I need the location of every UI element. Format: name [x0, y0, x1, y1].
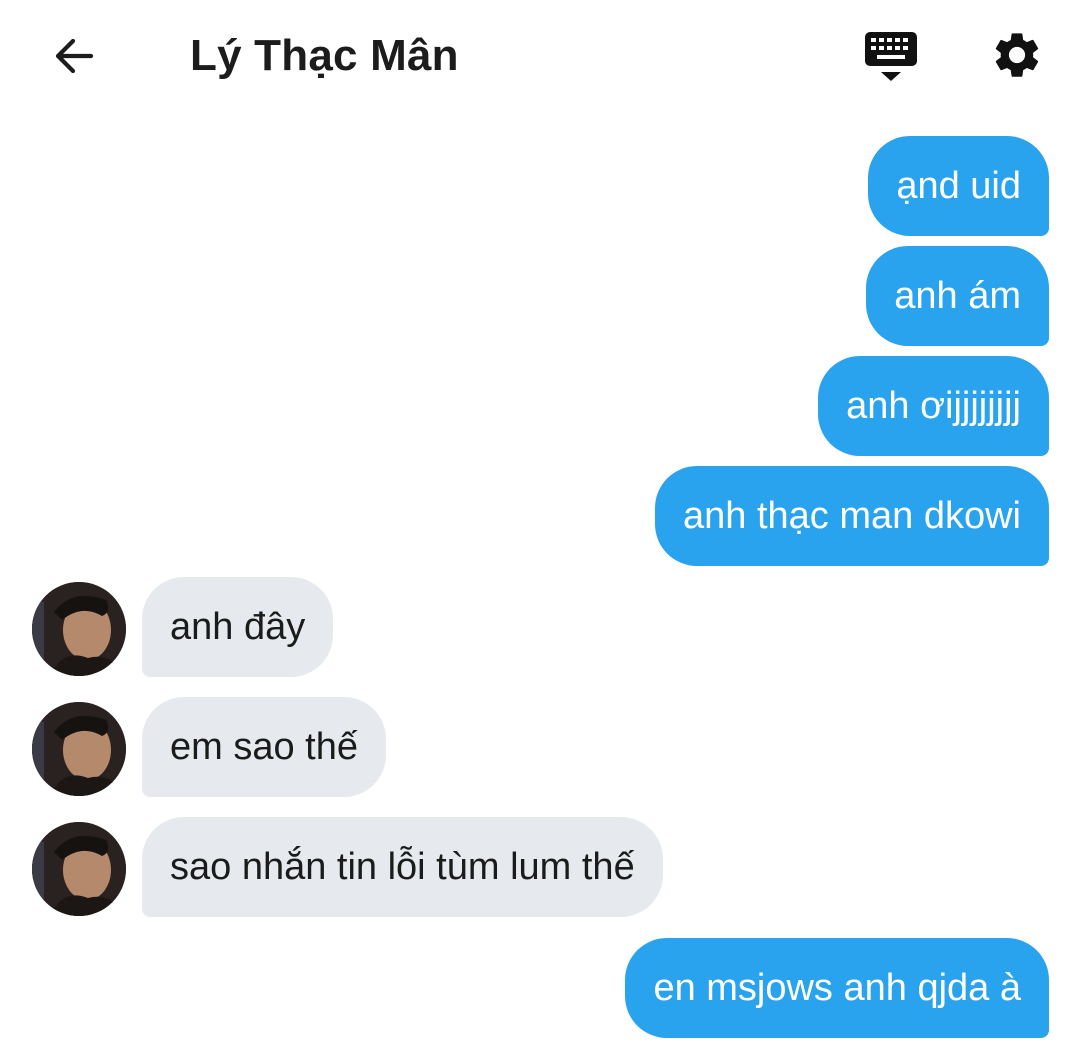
outgoing-message[interactable]: anh ơijjjjjjjj: [818, 356, 1049, 456]
incoming-message[interactable]: anh đây: [142, 577, 334, 677]
avatar[interactable]: [32, 582, 126, 676]
chat-screen: Lý Thạc Mân ạnd uid anh ám anh ơijjjjjjj…: [0, 0, 1080, 1044]
outgoing-message[interactable]: anh thạc man dkowi: [655, 466, 1049, 566]
message-text: ạnd uid: [896, 165, 1021, 207]
message-list[interactable]: ạnd uid anh ám anh ơijjjjjjjj anh thạc m…: [0, 0, 1080, 1044]
outgoing-message[interactable]: ạnd uid: [868, 136, 1049, 236]
message-text: anh ám: [894, 275, 1021, 317]
message-text: anh thạc man dkowi: [683, 495, 1021, 537]
incoming-message[interactable]: sao nhắn tin lỗi tùm lum thế: [142, 817, 663, 917]
avatar[interactable]: [32, 702, 126, 796]
incoming-message[interactable]: em sao thế: [142, 697, 386, 797]
avatar[interactable]: [32, 822, 126, 916]
message-text: sao nhắn tin lỗi tùm lum thế: [170, 846, 635, 888]
message-text: anh ơijjjjjjjj: [846, 385, 1021, 427]
message-text: anh đây: [170, 606, 306, 648]
outgoing-message[interactable]: en msjows anh qjda à: [625, 938, 1049, 1038]
message-text: em sao thế: [170, 726, 358, 768]
message-text: en msjows anh qjda à: [653, 967, 1021, 1009]
outgoing-message[interactable]: anh ám: [866, 246, 1049, 346]
